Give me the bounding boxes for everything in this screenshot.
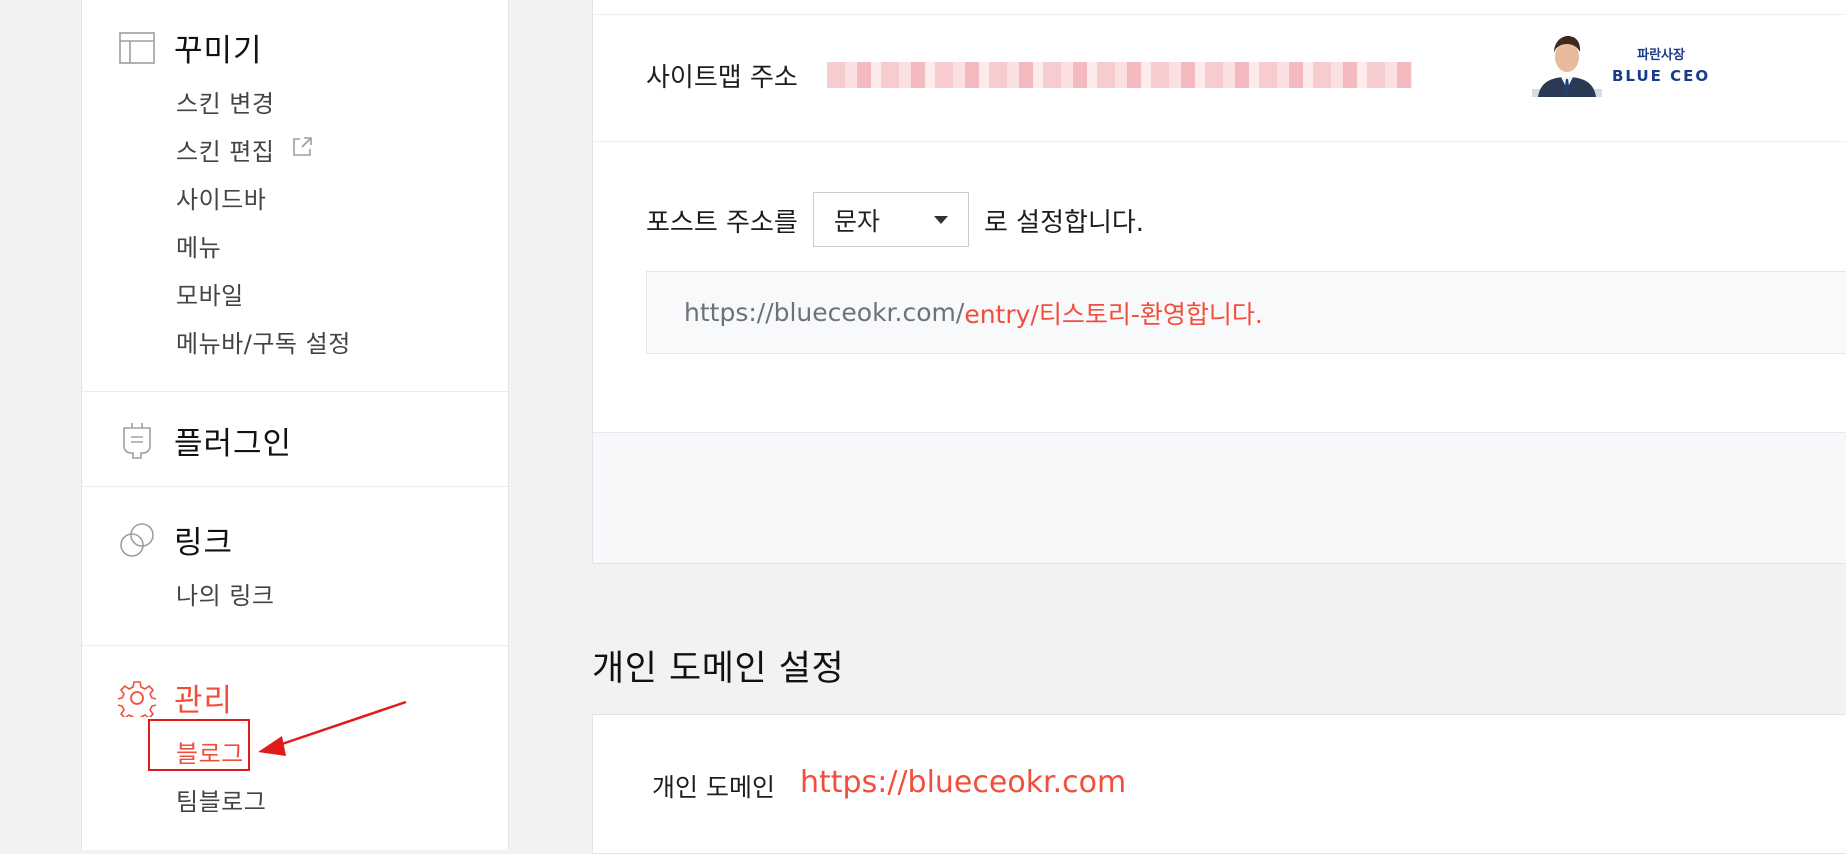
sidebar-section-plugin[interactable]: 플러그인 — [118, 418, 292, 463]
sidebar-section-manage[interactable]: 관리 — [118, 675, 233, 720]
avatar — [1532, 36, 1602, 97]
domain-link[interactable]: https://blueceokr.com — [800, 765, 1126, 800]
section-heading-domain: 개인 도메인 설정 — [592, 649, 845, 689]
highlight-box — [148, 719, 250, 771]
sidebar-section-title: 플러그인 — [174, 426, 293, 462]
sidebar-section-title: 꾸미기 — [174, 33, 263, 69]
plug-icon — [118, 422, 156, 460]
sidebar-section-decorate[interactable]: 꾸미기 — [118, 25, 263, 70]
post-url-suffix: 로 설정합니다. — [984, 208, 1145, 238]
sidebar-item-skin-change[interactable]: 스킨 변경 — [176, 84, 274, 119]
panel-footer — [593, 432, 1846, 564]
sidebar-section-title: 링크 — [174, 525, 234, 561]
sidebar-item-team-blog[interactable]: 팀블로그 — [176, 782, 266, 817]
url-example-base: https://blueceokr.com/ — [684, 298, 965, 327]
select-value: 문자 — [834, 206, 881, 236]
sidebar-section-link[interactable]: 링크 — [118, 517, 233, 562]
divider — [82, 486, 508, 487]
sidebar-item-label: 스킨 편집 — [176, 138, 275, 166]
sidebar-item-my-link[interactable]: 나의 링크 — [176, 576, 274, 611]
divider — [82, 391, 508, 392]
url-example-path: entry/티스토리-환영합니다. — [964, 299, 1263, 329]
blue-ceo-logo: 파란사장 BLUE CEO — [1532, 28, 1712, 100]
sidebar-item-skin-edit[interactable]: 스킨 편집 — [176, 132, 313, 167]
divider — [82, 645, 508, 646]
external-link-icon — [291, 136, 313, 164]
sidebar-section-title: 관리 — [174, 683, 234, 719]
logo-korean: 파란사장 — [1637, 47, 1685, 63]
chevron-down-icon — [934, 215, 948, 224]
post-url-example: https://blueceokr.com/entry/티스토리-환영합니다. — [646, 271, 1846, 354]
sidebar-item-mobile[interactable]: 모바일 — [176, 276, 244, 311]
post-url-prefix: 포스트 주소를 — [646, 208, 798, 238]
post-url-type-select[interactable]: 문자 — [813, 192, 969, 247]
sidebar-item-menubar-subscribe[interactable]: 메뉴바/구독 설정 — [176, 324, 351, 359]
gear-icon — [118, 679, 156, 717]
divider — [593, 141, 1846, 142]
link-icon — [118, 521, 156, 559]
sidebar-item-menu[interactable]: 메뉴 — [176, 228, 221, 263]
logo-english: BLUE CEO — [1612, 66, 1711, 85]
layout-icon — [118, 29, 156, 67]
sitemap-label: 사이트맵 주소 — [646, 63, 798, 93]
divider — [593, 14, 1846, 15]
domain-panel — [592, 714, 1846, 854]
sitemap-url-blurred — [827, 62, 1412, 88]
sidebar-item-sidebar[interactable]: 사이드바 — [176, 180, 266, 215]
sidebar: 꾸미기 스킨 변경 스킨 편집 사이드바 메뉴 모바일 메뉴바/구독 설정 플러… — [81, 0, 509, 850]
domain-label: 개인 도메인 — [652, 773, 775, 802]
